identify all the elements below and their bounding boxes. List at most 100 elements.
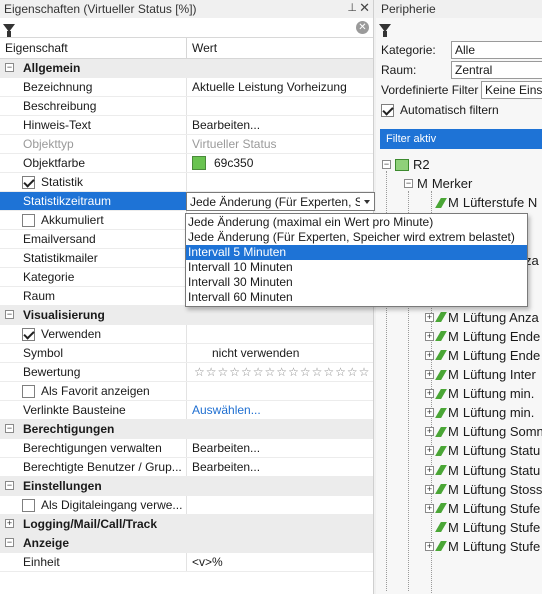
dropdown-option[interactable]: Intervall 10 Minuten [186, 260, 527, 275]
property-value[interactable] [187, 325, 373, 343]
expand-toggle-icon[interactable]: + [425, 389, 434, 399]
peripherie-filter-bar[interactable] [376, 18, 542, 38]
category-allgemein[interactable]: − Allgemein [0, 59, 373, 78]
dropdown-option[interactable]: Intervall 30 Minuten [186, 275, 527, 290]
property-name[interactable]: Verwenden [0, 325, 187, 343]
property-value[interactable]: ☆☆☆☆☆☆☆☆☆☆☆☆☆☆☆ [187, 363, 373, 381]
auto-filter-row[interactable]: Automatisch filtern [376, 100, 542, 120]
property-value[interactable]: nicht verwenden [187, 344, 373, 362]
chevron-down-icon[interactable] [360, 193, 374, 210]
expand-toggle-icon[interactable]: + [425, 465, 434, 475]
tree-node-merker-item[interactable]: + M Lüftung Ende [376, 346, 542, 365]
tree-node-merker-item[interactable]: + M Lüftung Statu [376, 461, 542, 480]
auto-filter-checkbox[interactable] [381, 103, 394, 117]
column-header-property[interactable]: Eigenschaft [0, 38, 187, 58]
color-swatch[interactable] [192, 156, 206, 170]
property-checkbox[interactable] [22, 213, 35, 227]
property-value[interactable] [187, 496, 373, 514]
expand-toggle-icon[interactable]: + [425, 427, 434, 437]
property-row[interactable]: Bezeichnung Aktuelle Leistung Vorheizung [0, 78, 373, 97]
category-berechtigungen[interactable]: − Berechtigungen [0, 420, 373, 439]
property-value[interactable]: Bearbeiten... [187, 116, 373, 134]
tree-node-merker-item[interactable]: + M Lüftung Stoss [376, 480, 542, 499]
category-logging-mail-call-track[interactable]: + Logging/Mail/Call/Track [0, 515, 373, 534]
collapse-icon[interactable]: − [5, 481, 14, 490]
dropdown-option[interactable]: Intervall 60 Minuten [186, 290, 527, 305]
tree-node-r2[interactable]: − R2 [376, 155, 542, 174]
close-icon[interactable]: ✕ [359, 0, 370, 16]
vordefinierte-filter-select[interactable]: Keine Einsc [481, 81, 542, 99]
property-checkbox[interactable] [22, 384, 35, 398]
property-row[interactable]: Symbol nicht verwenden [0, 344, 373, 363]
expand-toggle-icon[interactable]: + [425, 484, 434, 494]
tree-node-merker[interactable]: − M Merker [376, 174, 542, 193]
expand-toggle-icon[interactable]: + [425, 446, 434, 456]
property-value[interactable] [187, 382, 373, 400]
kategorie-select[interactable]: Alle [451, 41, 542, 59]
property-value[interactable]: <v>% [187, 553, 373, 571]
property-row[interactable]: Objektfarbe 69c350 [0, 154, 373, 173]
property-row[interactable]: Statistikzeitraum Jede Änderung (Für Expe… [0, 192, 375, 211]
property-name[interactable]: Akkumuliert [0, 211, 187, 229]
statistikzeitraum-combobox[interactable]: Jede Änderung (Für Experten, Speicher wi… [186, 192, 375, 211]
dropdown-option[interactable]: Intervall 5 Minuten [186, 245, 527, 260]
clear-filter-icon[interactable]: ✕ [356, 21, 369, 34]
collapse-icon[interactable]: − [5, 538, 14, 547]
expand-toggle-icon[interactable]: + [425, 350, 434, 360]
property-filter-bar[interactable]: ✕ [0, 18, 373, 38]
property-value[interactable] [187, 173, 373, 191]
property-row[interactable]: Statistik [0, 173, 373, 192]
property-value[interactable]: Auswählen... [187, 401, 373, 419]
tree-node-merker-item[interactable]: + M Lüftung Ende [376, 327, 542, 346]
property-row[interactable]: Als Favorit anzeigen [0, 382, 373, 401]
collapse-toggle-icon[interactable]: − [404, 179, 413, 189]
dropdown-option[interactable]: Jede Änderung (Für Experten, Speicher wi… [186, 230, 527, 245]
tree-node-merker-item[interactable]: + M Lüftung Stufe [376, 499, 542, 518]
property-row[interactable]: Einheit <v>% [0, 553, 373, 572]
pin-icon[interactable]: ⊥ [347, 1, 357, 14]
category-anzeige[interactable]: − Anzeige [0, 534, 373, 553]
collapse-icon[interactable]: − [5, 310, 14, 319]
property-row[interactable]: Verlinkte Bausteine Auswählen... [0, 401, 373, 420]
category-visualisierung[interactable]: − Visualisierung [0, 306, 373, 325]
property-checkbox[interactable] [22, 327, 35, 341]
raum-select[interactable]: Zentral [451, 61, 542, 79]
category-einstellungen[interactable]: − Einstellungen [0, 477, 373, 496]
expand-icon[interactable]: + [5, 519, 14, 528]
tree-node-merker-item[interactable]: + M Lüftung Stufe [376, 537, 542, 556]
property-row[interactable]: Verwenden [0, 325, 373, 344]
tree-node-merker-item[interactable]: + M Lüftung Somn [376, 422, 542, 441]
statistikzeitraum-dropdown-list[interactable]: Jede Änderung (maximal ein Wert pro Minu… [185, 213, 528, 307]
filter-aktiv-bar[interactable]: Filter aktiv [380, 129, 542, 149]
property-name[interactable]: Als Favorit anzeigen [0, 382, 187, 400]
property-row[interactable]: Berechtigungen verwalten Bearbeiten... [0, 439, 373, 458]
property-row[interactable]: Hinweis-Text Bearbeiten... [0, 116, 373, 135]
expand-toggle-icon[interactable]: + [425, 331, 434, 341]
tree-node-merker-item[interactable]: + M Lüftung Statu [376, 441, 542, 460]
tree-node-merker-item[interactable]: + M Lüftung min. [376, 384, 542, 403]
tree-node-merker-item[interactable]: + M Lüftung min. [376, 403, 542, 422]
property-row[interactable]: Als Digitaleingang verwe... [0, 496, 373, 515]
expand-toggle-icon[interactable]: + [425, 541, 434, 551]
property-row[interactable]: Berechtigte Benutzer / Grup... Bearbeiten… [0, 458, 373, 477]
expand-toggle-icon[interactable]: + [425, 408, 434, 418]
property-value[interactable]: 69c350 [187, 154, 373, 172]
collapse-icon[interactable]: − [5, 63, 14, 72]
property-row[interactable]: Bewertung ☆☆☆☆☆☆☆☆☆☆☆☆☆☆☆ [0, 363, 373, 382]
tree-node-merker-item[interactable]: M Lüfterstufe N [376, 193, 542, 212]
expand-toggle-icon[interactable]: + [425, 370, 434, 380]
dropdown-option[interactable]: Jede Änderung (maximal ein Wert pro Minu… [186, 215, 527, 230]
property-value[interactable]: Bearbeiten... [187, 458, 373, 476]
property-row[interactable]: Objekttyp Virtueller Status [0, 135, 373, 154]
filter-icon[interactable] [379, 24, 391, 37]
tree-node-merker-item[interactable]: + M Lüftung Anza [376, 308, 542, 327]
property-value[interactable]: Aktuelle Leistung Vorheizung [187, 78, 373, 96]
property-name[interactable]: Statistik [0, 173, 187, 191]
collapse-icon[interactable]: − [5, 424, 14, 433]
property-checkbox[interactable] [22, 175, 35, 189]
property-row[interactable]: Beschreibung [0, 97, 373, 116]
property-value[interactable] [187, 97, 373, 115]
expand-toggle-icon[interactable]: + [425, 312, 434, 322]
tree-node-merker-item[interactable]: + M Lüftung Inter [376, 365, 542, 384]
property-name[interactable]: Als Digitaleingang verwe... [0, 496, 187, 514]
